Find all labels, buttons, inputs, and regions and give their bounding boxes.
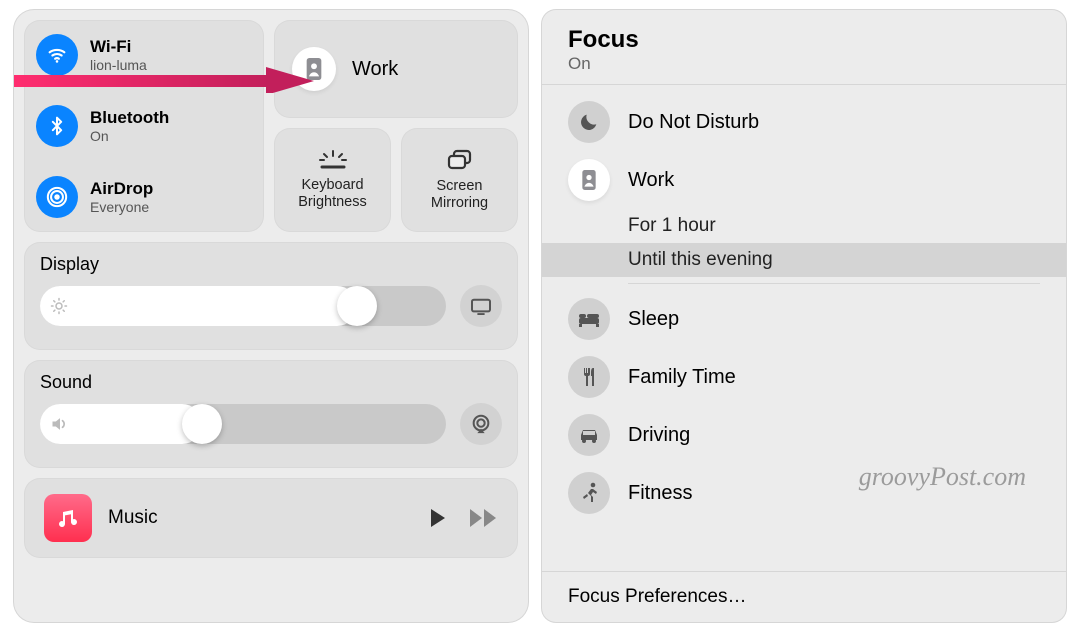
control-center: Wi-Fi lion-luma Bluetooth On — [14, 10, 528, 622]
screen-mirroring-icon — [445, 148, 475, 172]
focus-mode-label: Fitness — [628, 482, 692, 505]
keyboard-brightness-label: Keyboard Brightness — [280, 177, 385, 210]
sound-card: Sound — [24, 360, 518, 468]
focus-mode-sleep[interactable]: Sleep — [542, 290, 1066, 348]
focus-mode-dnd[interactable]: Do Not Disturb — [542, 93, 1066, 151]
focus-panel: Focus On Do Not Disturb Work For 1 hour … — [542, 10, 1066, 622]
airdrop-toggle[interactable]: AirDrop Everyone — [36, 176, 252, 218]
car-icon — [568, 414, 610, 456]
bluetooth-sub: On — [90, 128, 169, 144]
airdrop-label: AirDrop — [90, 179, 153, 199]
focus-mode-family[interactable]: Family Time — [542, 348, 1066, 406]
display-slider[interactable] — [40, 286, 446, 326]
display-title: Display — [40, 254, 99, 275]
airplay-audio-button[interactable] — [460, 403, 502, 445]
wifi-icon — [36, 34, 78, 76]
focus-mode-label: Do Not Disturb — [628, 111, 759, 134]
badge-icon — [568, 159, 610, 201]
sound-slider[interactable] — [40, 404, 446, 444]
badge-icon — [292, 47, 336, 91]
connectivity-card: Wi-Fi lion-luma Bluetooth On — [24, 20, 264, 232]
music-title: Music — [108, 507, 412, 529]
music-card[interactable]: Music — [24, 478, 518, 558]
focus-mode-driving[interactable]: Driving — [542, 406, 1066, 464]
wifi-label: Wi-Fi — [90, 37, 147, 57]
bluetooth-label: Bluetooth — [90, 108, 169, 128]
volume-low-icon — [50, 404, 70, 444]
music-app-icon — [44, 494, 92, 542]
moon-icon — [568, 101, 610, 143]
focus-state: On — [568, 54, 1040, 74]
wifi-sub: lion-luma — [90, 57, 147, 73]
brightness-low-icon — [50, 286, 68, 326]
focus-mode-list: Do Not Disturb Work For 1 hour Until thi… — [542, 93, 1066, 571]
keyboard-brightness-icon — [318, 149, 348, 171]
focus-mode-fitness[interactable]: Fitness — [542, 464, 1066, 522]
focus-tile[interactable]: Work — [274, 20, 518, 118]
screen-mirroring-label: Screen Mirroring — [407, 178, 512, 211]
screen-mirroring-tile[interactable]: Screen Mirroring — [401, 128, 518, 232]
bluetooth-toggle[interactable]: Bluetooth On — [36, 105, 252, 147]
focus-mode-label: Work — [628, 169, 674, 192]
focus-preferences-link[interactable]: Focus Preferences… — [542, 571, 1066, 622]
focus-mode-label: Family Time — [628, 366, 736, 389]
display-card: Display — [24, 242, 518, 350]
forward-icon[interactable] — [468, 507, 498, 529]
focus-mode-label: Driving — [628, 424, 690, 447]
bed-icon — [568, 298, 610, 340]
focus-title: Focus — [568, 26, 1040, 54]
keyboard-brightness-tile[interactable]: Keyboard Brightness — [274, 128, 391, 232]
focus-tile-label: Work — [352, 58, 398, 81]
wifi-toggle[interactable]: Wi-Fi lion-luma — [36, 34, 252, 76]
running-icon — [568, 472, 610, 514]
play-icon[interactable] — [428, 507, 448, 529]
focus-mode-label: Sleep — [628, 308, 679, 331]
bluetooth-icon — [36, 105, 78, 147]
airdrop-sub: Everyone — [90, 199, 153, 215]
display-options-button[interactable] — [460, 285, 502, 327]
sound-title: Sound — [40, 372, 92, 393]
focus-duration-evening[interactable]: Until this evening — [542, 243, 1066, 277]
airdrop-icon — [36, 176, 78, 218]
fork-knife-icon — [568, 356, 610, 398]
focus-duration-1h[interactable]: For 1 hour — [542, 209, 1066, 243]
focus-mode-work[interactable]: Work — [542, 151, 1066, 209]
